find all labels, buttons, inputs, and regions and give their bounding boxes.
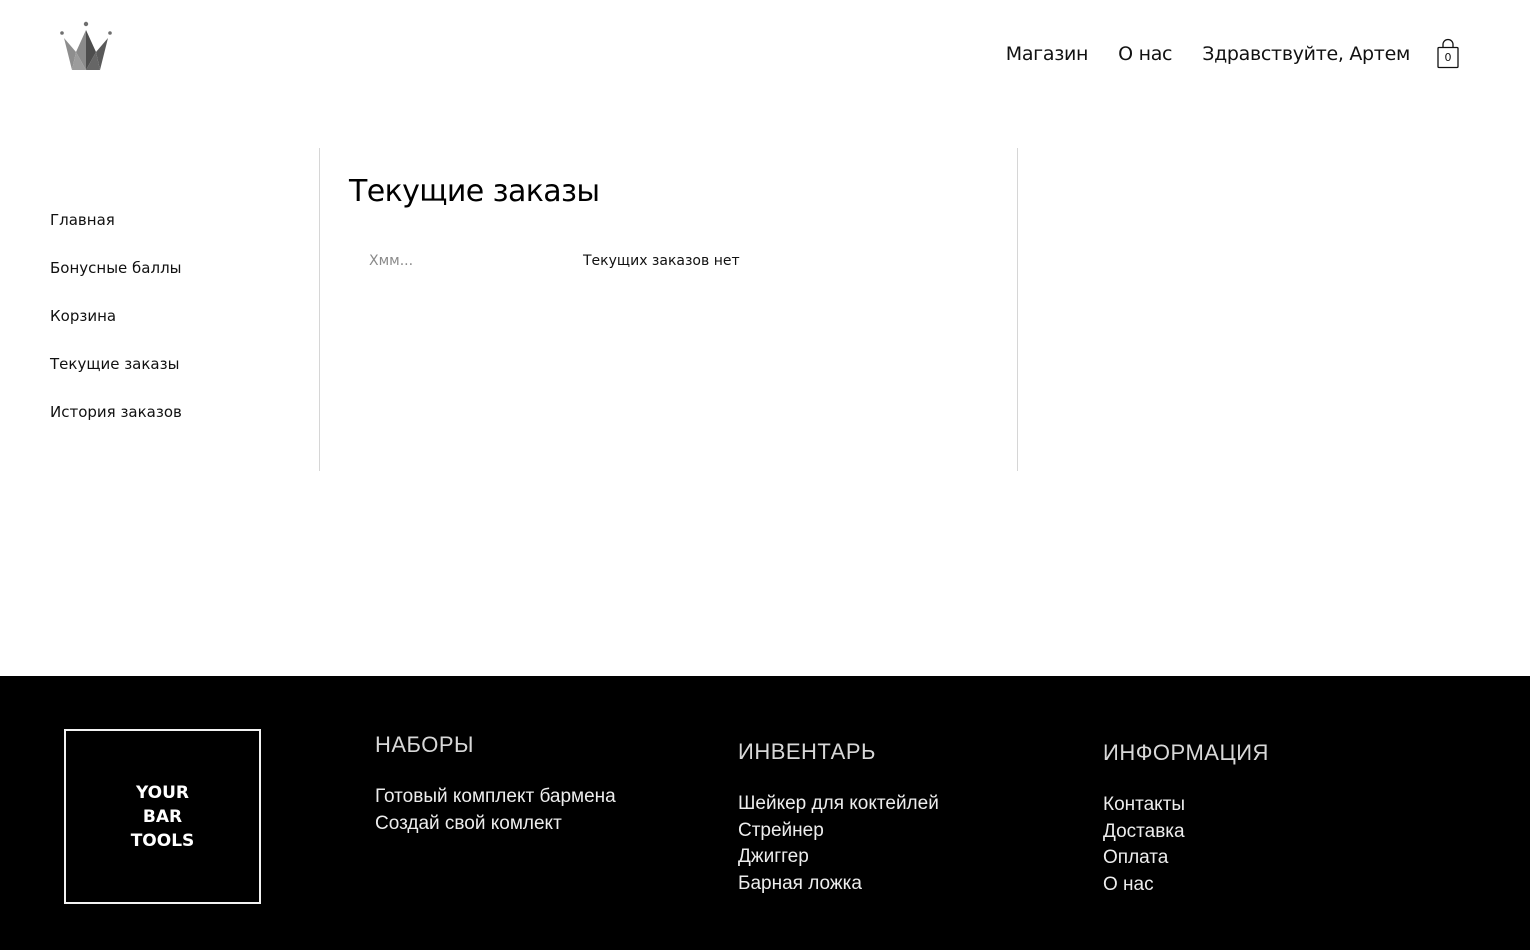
empty-state-message: Текущих заказов нет — [583, 253, 740, 269]
footer-heading: НАБОРЫ — [375, 732, 475, 757]
footer-column-info: ИНФОРМАЦИЯ Контакты Доставка Оплата О на… — [1103, 740, 1269, 898]
nav-about-link[interactable]: О нас — [1118, 43, 1172, 65]
empty-state-hint: Хмм... — [369, 253, 414, 269]
footer-logo-line: YOUR — [135, 782, 190, 803]
sidebar-item-current-orders[interactable]: Текущие заказы — [50, 349, 182, 397]
crown-icon[interactable] — [58, 20, 114, 74]
main-nav: Магазин О нас Здравствуйте, Артем 0 — [1006, 38, 1460, 70]
account-sidebar: Главная Бонусные баллы Корзина Текущие з… — [50, 205, 182, 445]
footer-logo-line: TOOLS — [130, 830, 195, 851]
sidebar-item-cart[interactable]: Корзина — [50, 301, 182, 349]
footer-logo[interactable]: YOUR BAR TOOLS — [64, 729, 261, 904]
divider — [319, 148, 320, 471]
footer-link-payment[interactable]: Оплата — [1103, 845, 1269, 872]
cart-count-badge: 0 — [1444, 51, 1452, 64]
nav-shop-link[interactable]: Магазин — [1006, 43, 1089, 65]
footer-link-bar-spoon[interactable]: Барная ложка — [738, 871, 939, 898]
site-footer: YOUR BAR TOOLS НАБОРЫ Готовый комплект б… — [0, 676, 1530, 950]
sidebar-item-order-history[interactable]: История заказов — [50, 397, 182, 445]
footer-logo-text: YOUR BAR TOOLS — [131, 781, 195, 853]
footer-link-ready-kit[interactable]: Готовый комплект бармена — [375, 784, 616, 811]
footer-link-shaker[interactable]: Шейкер для коктейлей — [738, 791, 939, 818]
site-header: Магазин О нас Здравствуйте, Артем 0 — [0, 0, 1530, 110]
page-title: Текущие заказы — [349, 174, 600, 209]
footer-heading: ИНВЕНТАРЬ — [738, 739, 876, 764]
footer-heading: ИНФОРМАЦИЯ — [1103, 740, 1269, 765]
footer-link-custom-kit[interactable]: Создай свой комлект — [375, 811, 616, 838]
footer-column-sets: НАБОРЫ Готовый комплект бармена Создай с… — [375, 732, 616, 837]
sidebar-item-bonus-points[interactable]: Бонусные баллы — [50, 253, 182, 301]
user-greeting-link[interactable]: Здравствуйте, Артем — [1202, 43, 1410, 65]
divider — [1017, 148, 1018, 471]
footer-column-inventory: ИНВЕНТАРЬ Шейкер для коктейлей Стрейнер … — [738, 739, 939, 897]
footer-logo-line: BAR — [142, 806, 183, 827]
footer-link-contacts[interactable]: Контакты — [1103, 792, 1269, 819]
sidebar-item-home[interactable]: Главная — [50, 205, 182, 253]
footer-link-strainer[interactable]: Стрейнер — [738, 818, 939, 845]
cart-button[interactable]: 0 — [1436, 38, 1460, 70]
footer-link-about[interactable]: О нас — [1103, 872, 1269, 899]
footer-link-delivery[interactable]: Доставка — [1103, 819, 1269, 846]
footer-link-jigger[interactable]: Джиггер — [738, 844, 939, 871]
